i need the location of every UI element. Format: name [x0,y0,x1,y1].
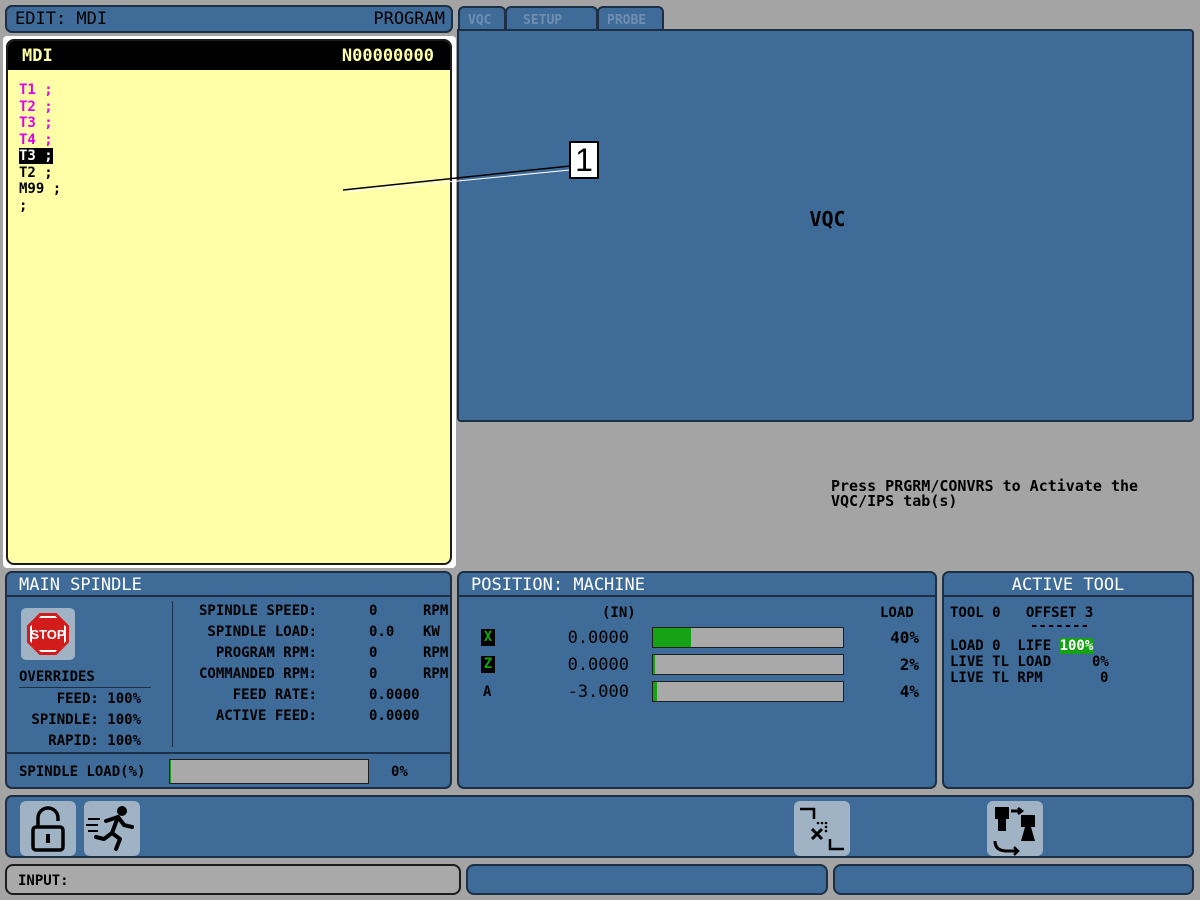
axis-name: A [483,684,492,700]
active-tool-title: ACTIVE TOOL [944,573,1192,597]
stop-button[interactable]: STOP [21,608,75,660]
spindle-stat-label: COMMANDED RPM: [198,666,317,682]
axis-load-gauge-fill [653,628,691,647]
spindle-load-value: 0% [391,764,408,780]
spindle-stat-label: ACTIVE FEED: [215,708,317,724]
main-spindle-title: MAIN SPINDLE [7,573,450,597]
axis-load-value: 4% [899,682,919,701]
running-man-button[interactable] [84,801,140,856]
spindle-stats: SPINDLE SPEED: 0 RPM SPINDLE LOAD: 0.0 KW PROG… [177,603,449,729]
axis-name: Z [481,656,495,673]
tool-dashes: ------- [1030,618,1090,634]
overrides-title: OVERRIDES [19,669,95,685]
overrides-list: FEED: 100% SPINDLE: 100% RAPID: 100% [31,691,141,749]
axis-value: 0.0000 [567,628,629,648]
callout-number: 1 [569,141,599,179]
overrides-divider [19,687,151,688]
load-header: LOAD [880,605,914,621]
live-tl-rpm-value: 0 [1100,670,1109,686]
spindle-stat-unit: RPM [423,666,449,682]
spindle-stat-label: PROGRAM RPM: [215,645,317,661]
spindle-stat-value: 0.0000 [369,708,420,724]
axis-load-value: 2% [899,655,919,674]
tool-life-value: 100% [1059,638,1094,654]
position-panel: POSITION: MACHINE (IN) LOAD X 0.0000 40% Z 0… [457,571,937,789]
axis-load-gauge-fill [653,682,657,701]
unlock-button[interactable] [20,801,76,856]
spindle-load-divider [7,752,450,754]
robot-swap-icon [993,807,1035,856]
axis-load-gauge-fill [653,655,655,674]
active-tool-panel: ACTIVE TOOL TOOL 0 OFFSET 3 ------- LOAD… [942,571,1194,789]
activation-hint: Press PRGRM/CONVRS to Activate the VQC/IP… [831,477,1139,510]
input-field[interactable]: INPUT: [5,864,461,895]
robot-swap-button[interactable] [987,801,1043,856]
main-spindle-panel: MAIN SPINDLE STOP OVERRIDES FEED: 100% S… [5,571,452,789]
axis-name: X [481,629,495,646]
axis-load-gauge [652,627,844,648]
axis-value: 0.0000 [567,655,629,675]
spindle-load-gauge-fill [170,760,171,783]
status-box-middle [466,864,828,895]
position-title: POSITION: MACHINE [459,573,935,597]
spindle-stat-value: 0 [369,603,378,619]
unlock-icon [31,806,65,852]
live-tl-rpm-label: LIVE TL RPM [950,670,1043,686]
running-man-icon [86,806,134,851]
spindle-stat-row: SPINDLE LOAD: 0.0 KW [177,624,449,645]
spindle-stat-label: SPINDLE SPEED: [198,603,317,619]
bottom-toolbar [5,795,1194,858]
spindle-stat-row: SPINDLE SPEED: 0 RPM [177,603,449,624]
spindle-stat-row: COMMANDED RPM: 0 RPM [177,666,449,687]
axis-load-gauge [652,681,844,702]
axis-load-gauge [652,654,844,675]
spindle-stat-value: 0.0 [369,624,395,640]
spindle-column-divider [172,601,173,747]
spindle-stat-row: ACTIVE FEED: 0.0000 [177,708,449,729]
spindle-stat-unit: KW [423,624,440,640]
spindle-stat-unit: RPM [423,645,449,661]
spindle-stat-value: 0.0000 [369,687,420,703]
spindle-stat-row: PROGRAM RPM: 0 RPM [177,645,449,666]
spindle-stat-label: SPINDLE LOAD: [207,624,317,640]
input-label: INPUT: [18,873,69,889]
status-box-right [833,864,1194,895]
spindle-load-gauge [169,759,369,784]
tool-load-life-line: LOAD 0 LIFE 100% [950,638,1094,654]
spindle-load-label: SPINDLE LOAD(%) [19,764,146,780]
stop-sign-icon: STOP [27,613,69,655]
spindle-stat-label: FEED RATE: [232,687,317,703]
axis-value: -3.000 [567,682,629,702]
live-tl-load-value: 0% [1092,654,1109,670]
spindle-stat-row: FEED RATE: 0.0000 [177,687,449,708]
tool-change-icon [800,807,844,851]
live-tl-load-label: LIVE TL LOAD [950,654,1052,670]
tool-change-button[interactable] [794,801,850,856]
position-units: (IN) [602,605,636,621]
spindle-stat-value: 0 [369,645,378,661]
stop-label: STOP [30,616,66,652]
spindle-stat-value: 0 [369,666,378,682]
axis-load-value: 40% [890,628,919,647]
spindle-stat-unit: RPM [423,603,449,619]
